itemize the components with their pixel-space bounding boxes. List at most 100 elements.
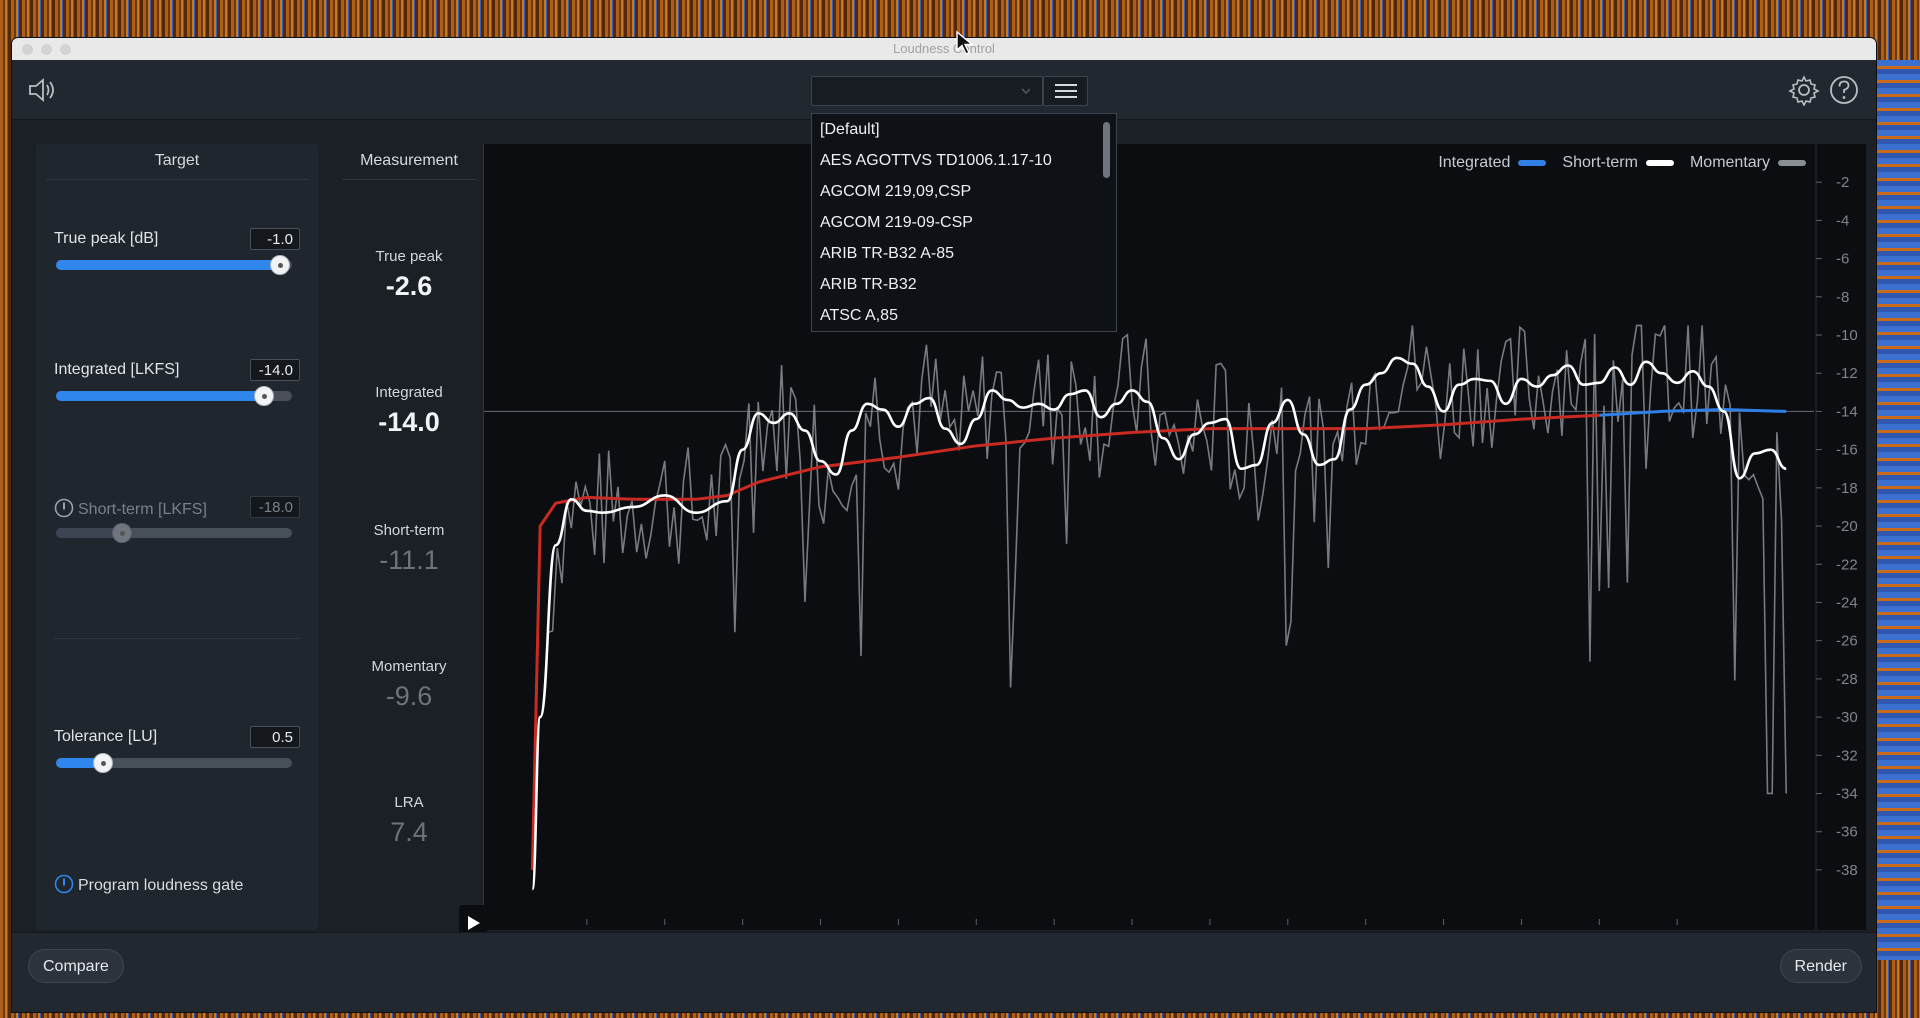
preset-option[interactable]: ARIB TR-B32	[812, 269, 1116, 300]
mouse-cursor-icon	[956, 30, 974, 55]
x-tick-label: 0:35	[1040, 928, 1069, 930]
y-tick-label: -20	[1836, 518, 1858, 535]
preset-option[interactable]: AGCOM 219,09,CSP	[812, 176, 1116, 207]
chart-legend: Integrated Short-term Momentary	[1438, 154, 1806, 172]
target-title: Target	[46, 144, 308, 180]
power-icon	[54, 874, 74, 894]
slider-knob[interactable]	[93, 753, 114, 773]
measure-short-term: Short-term -11.1	[342, 522, 476, 576]
preset-option[interactable]: ARIB TR-B32 A-85	[812, 238, 1116, 269]
preset-dropdown[interactable]	[811, 76, 1043, 106]
y-tick-label: -26	[1836, 633, 1858, 650]
y-tick-label: -32	[1836, 747, 1858, 764]
integrated-param: Integrated [LKFS] -14.0	[54, 359, 300, 406]
tolerance-slider[interactable]	[56, 753, 292, 773]
slider-knob[interactable]	[112, 523, 133, 543]
true-peak-input[interactable]: -1.0	[250, 228, 300, 250]
window-title: Loudness Control	[893, 41, 995, 56]
short-term-series	[531, 356, 1787, 891]
compare-button[interactable]: Compare	[28, 949, 124, 983]
x-tick-label: 0:10	[650, 928, 679, 930]
y-tick-label: -18	[1836, 480, 1858, 497]
legend-integrated[interactable]: Integrated	[1438, 154, 1547, 172]
measure-lra: LRA 7.4	[342, 794, 476, 848]
x-tick-label: 0:05	[572, 928, 601, 930]
play-icon	[468, 916, 480, 930]
x-tick-label: 0:20	[806, 928, 835, 930]
tolerance-input[interactable]: 0.5	[250, 726, 300, 748]
slider-knob[interactable]	[270, 255, 291, 275]
integrated-slider[interactable]	[56, 386, 292, 406]
legend-momentary-label: Momentary	[1689, 154, 1770, 171]
x-tick-label: 0:45	[1195, 928, 1224, 930]
measure-integrated-label: Integrated	[375, 384, 443, 401]
speaker-icon[interactable]	[26, 76, 58, 104]
preset-option[interactable]: ATSC A,85	[812, 300, 1116, 331]
measurement-title: Measurement	[342, 144, 476, 180]
measure-momentary: Momentary -9.6	[342, 658, 476, 712]
x-tick-label: 1:05	[1507, 928, 1536, 930]
y-tick-label: -28	[1836, 671, 1858, 688]
program-loudness-gate-toggle[interactable]: Program loudness gate	[54, 874, 243, 895]
power-icon[interactable]	[54, 498, 74, 518]
x-tick-label: 0:55	[1351, 928, 1380, 930]
dropdown-scrollbar[interactable]	[1103, 122, 1110, 178]
slider-knob[interactable]	[253, 386, 274, 406]
true-peak-param: True peak [dB] -1.0	[54, 228, 300, 275]
y-tick-label: -24	[1836, 594, 1858, 611]
close-window-button[interactable]	[22, 44, 33, 55]
preset-option[interactable]: AES AGOTTVS TD1006.1.17-10	[812, 145, 1116, 176]
measurement-panel: Measurement True peak -2.6 Integrated -1…	[342, 144, 476, 930]
preset-option[interactable]: AGCOM 219-09-CSP	[812, 207, 1116, 238]
loudness-graph[interactable]: -2 -4 -6 -8 -10 -12 -14 -16 -18 -20 -22 -24 -26 -28 -3…	[483, 144, 1866, 930]
background-waveform-edge	[1876, 60, 1920, 960]
preset-option[interactable]: [Default]	[812, 114, 1116, 145]
integrated-series	[1599, 408, 1787, 417]
slider-fill	[56, 391, 264, 401]
y-tick-label: -30	[1836, 709, 1858, 726]
short-term-param: Short-term [LKFS] -18.0	[54, 496, 300, 543]
title-bar[interactable]: Loudness Control	[12, 38, 1876, 60]
x-tick-label: 0:40	[1117, 928, 1146, 930]
true-peak-slider[interactable]	[56, 255, 292, 275]
gate-label: Program loudness gate	[78, 877, 244, 894]
measure-true-peak-value: -2.6	[385, 271, 433, 301]
help-icon[interactable]	[1828, 74, 1860, 106]
legend-short-term-swatch	[1645, 159, 1674, 166]
measure-true-peak: True peak -2.6	[342, 248, 476, 302]
x-tick-label: 1:10	[1585, 928, 1614, 930]
y-tick-label: -12	[1836, 365, 1858, 382]
preset-options: [Default] AES AGOTTVS TD1006.1.17-10 AGCOM…	[812, 114, 1116, 331]
legend-momentary[interactable]: Momentary	[1690, 154, 1806, 172]
loudness-chart: -2 -4 -6 -8 -10 -12 -14 -16 -18 -20 -22 -24 -26 -28 -3…	[484, 144, 1858, 930]
tolerance-param: Tolerance [LU] 0.5	[54, 726, 300, 773]
legend-short-term[interactable]: Short-term	[1562, 154, 1674, 172]
integrated-series-out-of-range	[530, 413, 1600, 870]
slider-fill	[56, 260, 281, 270]
short-term-input[interactable]: -18.0	[250, 496, 300, 518]
y-tick-label: -10	[1836, 327, 1858, 344]
legend-short-term-label: Short-term	[1562, 154, 1638, 171]
x-tick-label: 1:15	[1663, 928, 1692, 930]
minimize-window-button[interactable]	[41, 44, 52, 55]
x-tick-label: 0:25	[884, 928, 913, 930]
integrated-input[interactable]: -14.0	[250, 359, 300, 381]
legend-integrated-swatch	[1518, 159, 1547, 166]
measure-short-term-value: -11.1	[379, 545, 439, 575]
y-tick-label: -38	[1836, 862, 1858, 879]
zoom-window-button[interactable]	[60, 44, 71, 55]
x-tick-label: 1:00	[1429, 928, 1458, 930]
render-button[interactable]: Render	[1779, 949, 1862, 983]
short-term-slider[interactable]	[56, 523, 292, 543]
footer-bar: Compare Render	[12, 932, 1876, 1012]
target-panel: Target True peak [dB] -1.0 Integrated [L…	[36, 144, 318, 930]
toolbar	[12, 60, 1876, 120]
chevron-down-icon	[1021, 88, 1031, 95]
x-tick-label: 0:30	[962, 928, 991, 930]
gear-icon[interactable]	[1788, 74, 1820, 106]
preset-dropdown-list: [Default] AES AGOTTVS TD1006.1.17-10 AGCOM…	[811, 113, 1117, 332]
y-tick-label: -4	[1836, 212, 1849, 229]
preset-menu-button[interactable]	[1043, 76, 1088, 106]
x-tick-label: 0:50	[1273, 928, 1302, 930]
x-axis-label: h:m:s	[1758, 928, 1795, 930]
